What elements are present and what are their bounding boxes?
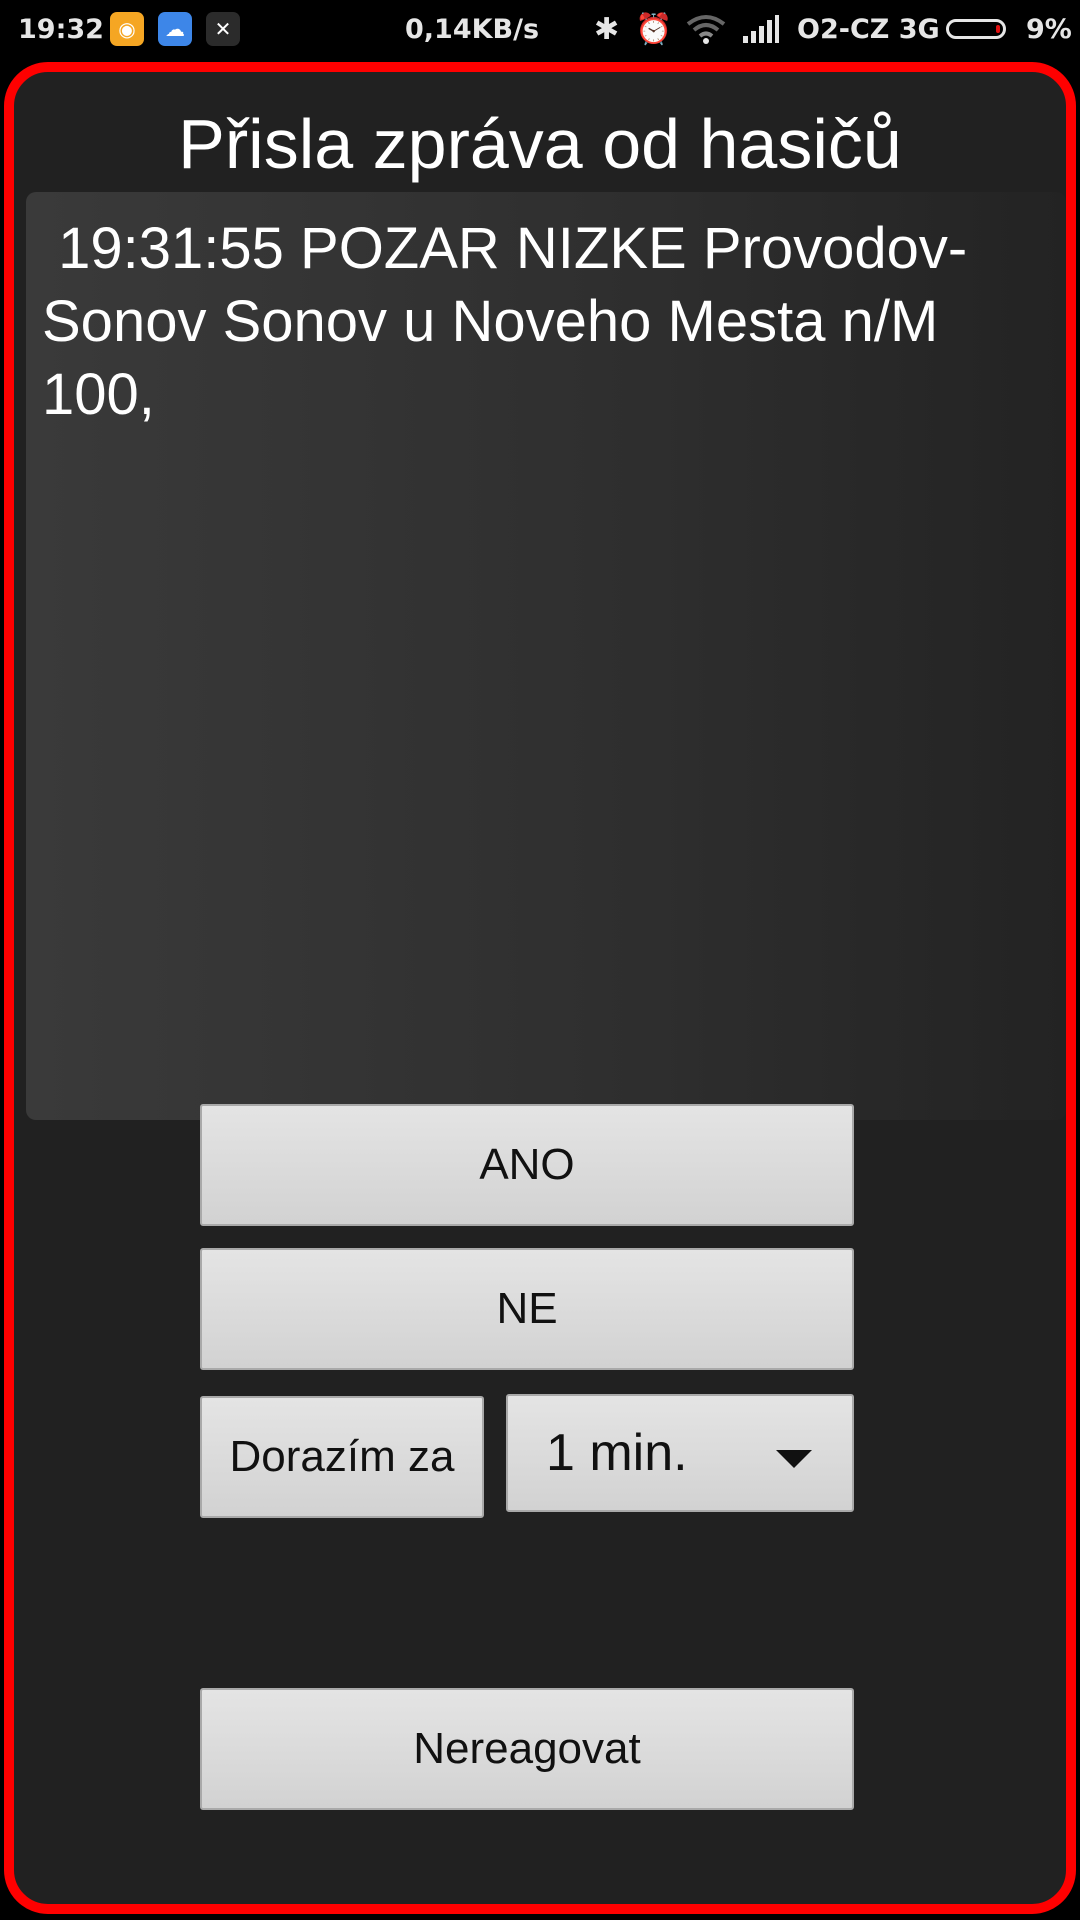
tools-app-icon: ✕ [206,12,240,46]
status-bar: 19:32 ◉ ☁ ✕ 0,14KB/s ✱ ⏰ O2-CZ 3G 9% [0,0,1080,58]
carrier-name: O2-CZ 3G [797,13,940,45]
alarm-icon: ⏰ [635,11,673,47]
alert-title: Přisla zpráva od hasičů [178,105,902,183]
chat-app-icon: ◉ [110,12,144,46]
no-button[interactable]: NE [200,1248,854,1370]
arrive-minutes-select[interactable]: 1 min. [506,1394,854,1512]
arrive-in-button[interactable]: Dorazím za [200,1396,484,1518]
wifi-icon [686,0,726,58]
message-text: 19:31:55 POZAR NIZKE Provodov-Sonov Sono… [42,216,968,427]
dropdown-arrow-icon [776,1450,812,1468]
yes-button[interactable]: ANO [200,1104,854,1226]
alert-dialog: Přisla zpráva od hasičů 19:31:55 POZAR N… [4,62,1076,1914]
battery-percent: 9% [1026,13,1072,45]
battery-icon [946,0,1006,58]
status-time: 19:32 [18,13,104,45]
arrive-minutes-value: 1 min. [546,1424,688,1482]
message-panel[interactable]: 19:31:55 POZAR NIZKE Provodov-Sonov Sono… [26,192,1066,1120]
bluetooth-icon: ✱ [594,11,620,47]
network-speed: 0,14KB/s [405,13,540,45]
cloud-app-icon: ☁ [158,12,192,46]
no-response-button[interactable]: Nereagovat [200,1688,854,1810]
signal-icon [742,0,780,58]
